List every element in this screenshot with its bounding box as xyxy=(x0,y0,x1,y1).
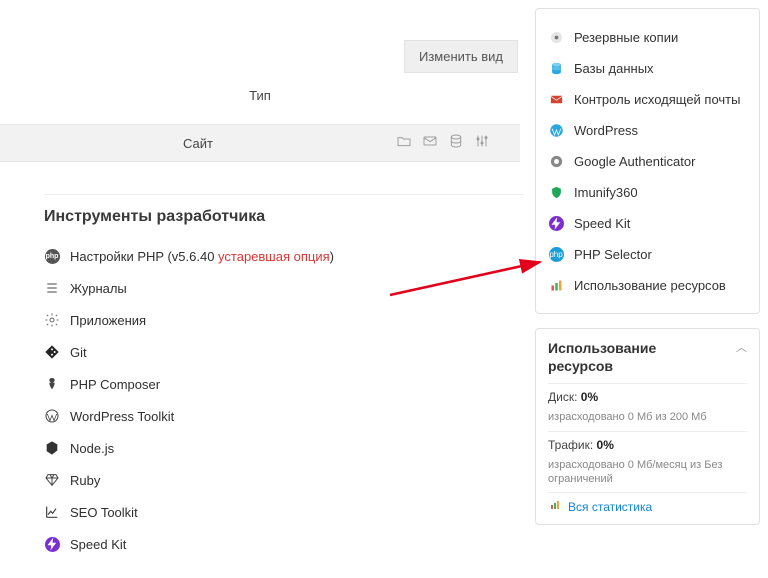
dev-item-label: PHP Composer xyxy=(70,377,160,392)
menu-item-label: Speed Kit xyxy=(574,216,630,231)
git-icon xyxy=(44,344,60,360)
menu-item-label: PHP Selector xyxy=(574,247,652,262)
menu-item-speedkit[interactable]: Speed Kit xyxy=(548,210,747,236)
bars-icon xyxy=(548,277,564,293)
dev-item-label: Speed Kit xyxy=(70,537,126,552)
dev-item-seo-toolkit[interactable]: SEO Toolkit xyxy=(44,498,524,526)
chart-line-icon xyxy=(44,504,60,520)
bars-icon xyxy=(548,499,562,514)
dev-item-nodejs[interactable]: Node.js xyxy=(44,434,524,462)
menu-item-label: WordPress xyxy=(574,123,638,138)
dev-item-label: Node.js xyxy=(70,441,114,456)
dev-item-speedkit[interactable]: Speed Kit xyxy=(44,530,524,558)
nodejs-icon xyxy=(44,440,60,456)
speedkit-icon xyxy=(44,536,60,552)
php-icon: php xyxy=(44,248,60,264)
site-label: Сайт xyxy=(0,136,396,151)
dev-item-label: Приложения xyxy=(70,313,146,328)
php-selector-icon: php xyxy=(548,246,564,262)
ruby-icon xyxy=(44,472,60,488)
dev-item-label: Настройки PHP (v5.6.40 устаревшая опция) xyxy=(70,249,334,264)
wordpress-icon xyxy=(548,122,564,138)
dev-item-label: SEO Toolkit xyxy=(70,505,138,520)
menu-item-label: Imunify360 xyxy=(574,185,638,200)
usage-title: Использованиересурсов xyxy=(548,339,656,375)
menu-item-databases[interactable]: Базы данных xyxy=(548,55,747,81)
usage-disk-sub: израсходовано 0 Мб из 200 Мб xyxy=(548,410,747,424)
menu-item-label: Резервные копии xyxy=(574,30,678,45)
dev-tools-list: php Настройки PHP (v5.6.40 устаревшая оп… xyxy=(44,238,524,562)
dev-item-label: WordPress Toolkit xyxy=(70,409,174,424)
dev-item-label: Git xyxy=(70,345,87,360)
usage-card: Использованиересурсов ︿ Диск: 0% израсхо… xyxy=(535,328,760,525)
dev-item-applications[interactable]: Приложения xyxy=(44,306,524,334)
folder-icon[interactable] xyxy=(396,133,412,153)
all-stats-label: Вся статистика xyxy=(568,500,652,514)
gear-icon xyxy=(44,312,60,328)
right-menu-card: Резервные копии Базы данных Контроль исх… xyxy=(535,8,760,314)
menu-item-res-usage[interactable]: Использование ресурсов xyxy=(548,272,747,298)
change-view-button[interactable]: Изменить вид xyxy=(404,40,518,73)
usage-traffic-sub: израсходовано 0 Мб/месяц из Без ограниче… xyxy=(548,458,747,487)
dev-item-label: Ruby xyxy=(70,473,100,488)
database-icon xyxy=(548,60,564,76)
list-icon xyxy=(44,280,60,296)
wordpress-icon xyxy=(44,408,60,424)
database-icon[interactable] xyxy=(448,133,464,153)
shield-icon xyxy=(548,184,564,200)
mail-icon[interactable] xyxy=(422,133,438,153)
menu-item-label: Базы данных xyxy=(574,61,654,76)
menu-item-php-selector[interactable]: php PHP Selector xyxy=(548,241,747,267)
dev-item-label: Журналы xyxy=(70,281,127,296)
sliders-icon[interactable] xyxy=(474,133,490,153)
usage-disk-row: Диск: 0% xyxy=(548,390,747,404)
dev-item-php-settings[interactable]: php Настройки PHP (v5.6.40 устаревшая оп… xyxy=(44,242,524,270)
divider xyxy=(44,194,524,195)
dev-item-composer[interactable]: PHP Composer xyxy=(44,370,524,398)
menu-item-label: Контроль исходящей почты xyxy=(574,92,740,107)
usage-traffic-row: Трафик: 0% xyxy=(548,438,747,452)
menu-item-label: Использование ресурсов xyxy=(574,278,726,293)
dev-tools-title: Инструменты разработчика xyxy=(44,208,265,226)
dev-item-ruby[interactable]: Ruby xyxy=(44,466,524,494)
dev-item-git[interactable]: Git xyxy=(44,338,524,366)
menu-item-mail-control[interactable]: Контроль исходящей почты xyxy=(548,86,747,112)
composer-icon xyxy=(44,376,60,392)
menu-item-imunify[interactable]: Imunify360 xyxy=(548,179,747,205)
menu-item-backups[interactable]: Резервные копии xyxy=(548,24,747,50)
chevron-up-icon[interactable]: ︿ xyxy=(736,339,747,355)
menu-item-label: Google Authenticator xyxy=(574,154,695,169)
site-row: Сайт xyxy=(0,124,520,162)
dev-item-journals[interactable]: Журналы xyxy=(44,274,524,302)
speedkit-icon xyxy=(548,215,564,231)
gauth-icon xyxy=(548,153,564,169)
menu-item-gauth[interactable]: Google Authenticator xyxy=(548,148,747,174)
menu-item-wordpress[interactable]: WordPress xyxy=(548,117,747,143)
type-column-header: Тип xyxy=(0,88,520,103)
envelope-icon xyxy=(548,91,564,107)
dev-item-wp-toolkit[interactable]: WordPress Toolkit xyxy=(44,402,524,430)
all-stats-link[interactable]: Вся статистика xyxy=(548,499,747,514)
backups-icon xyxy=(548,29,564,45)
